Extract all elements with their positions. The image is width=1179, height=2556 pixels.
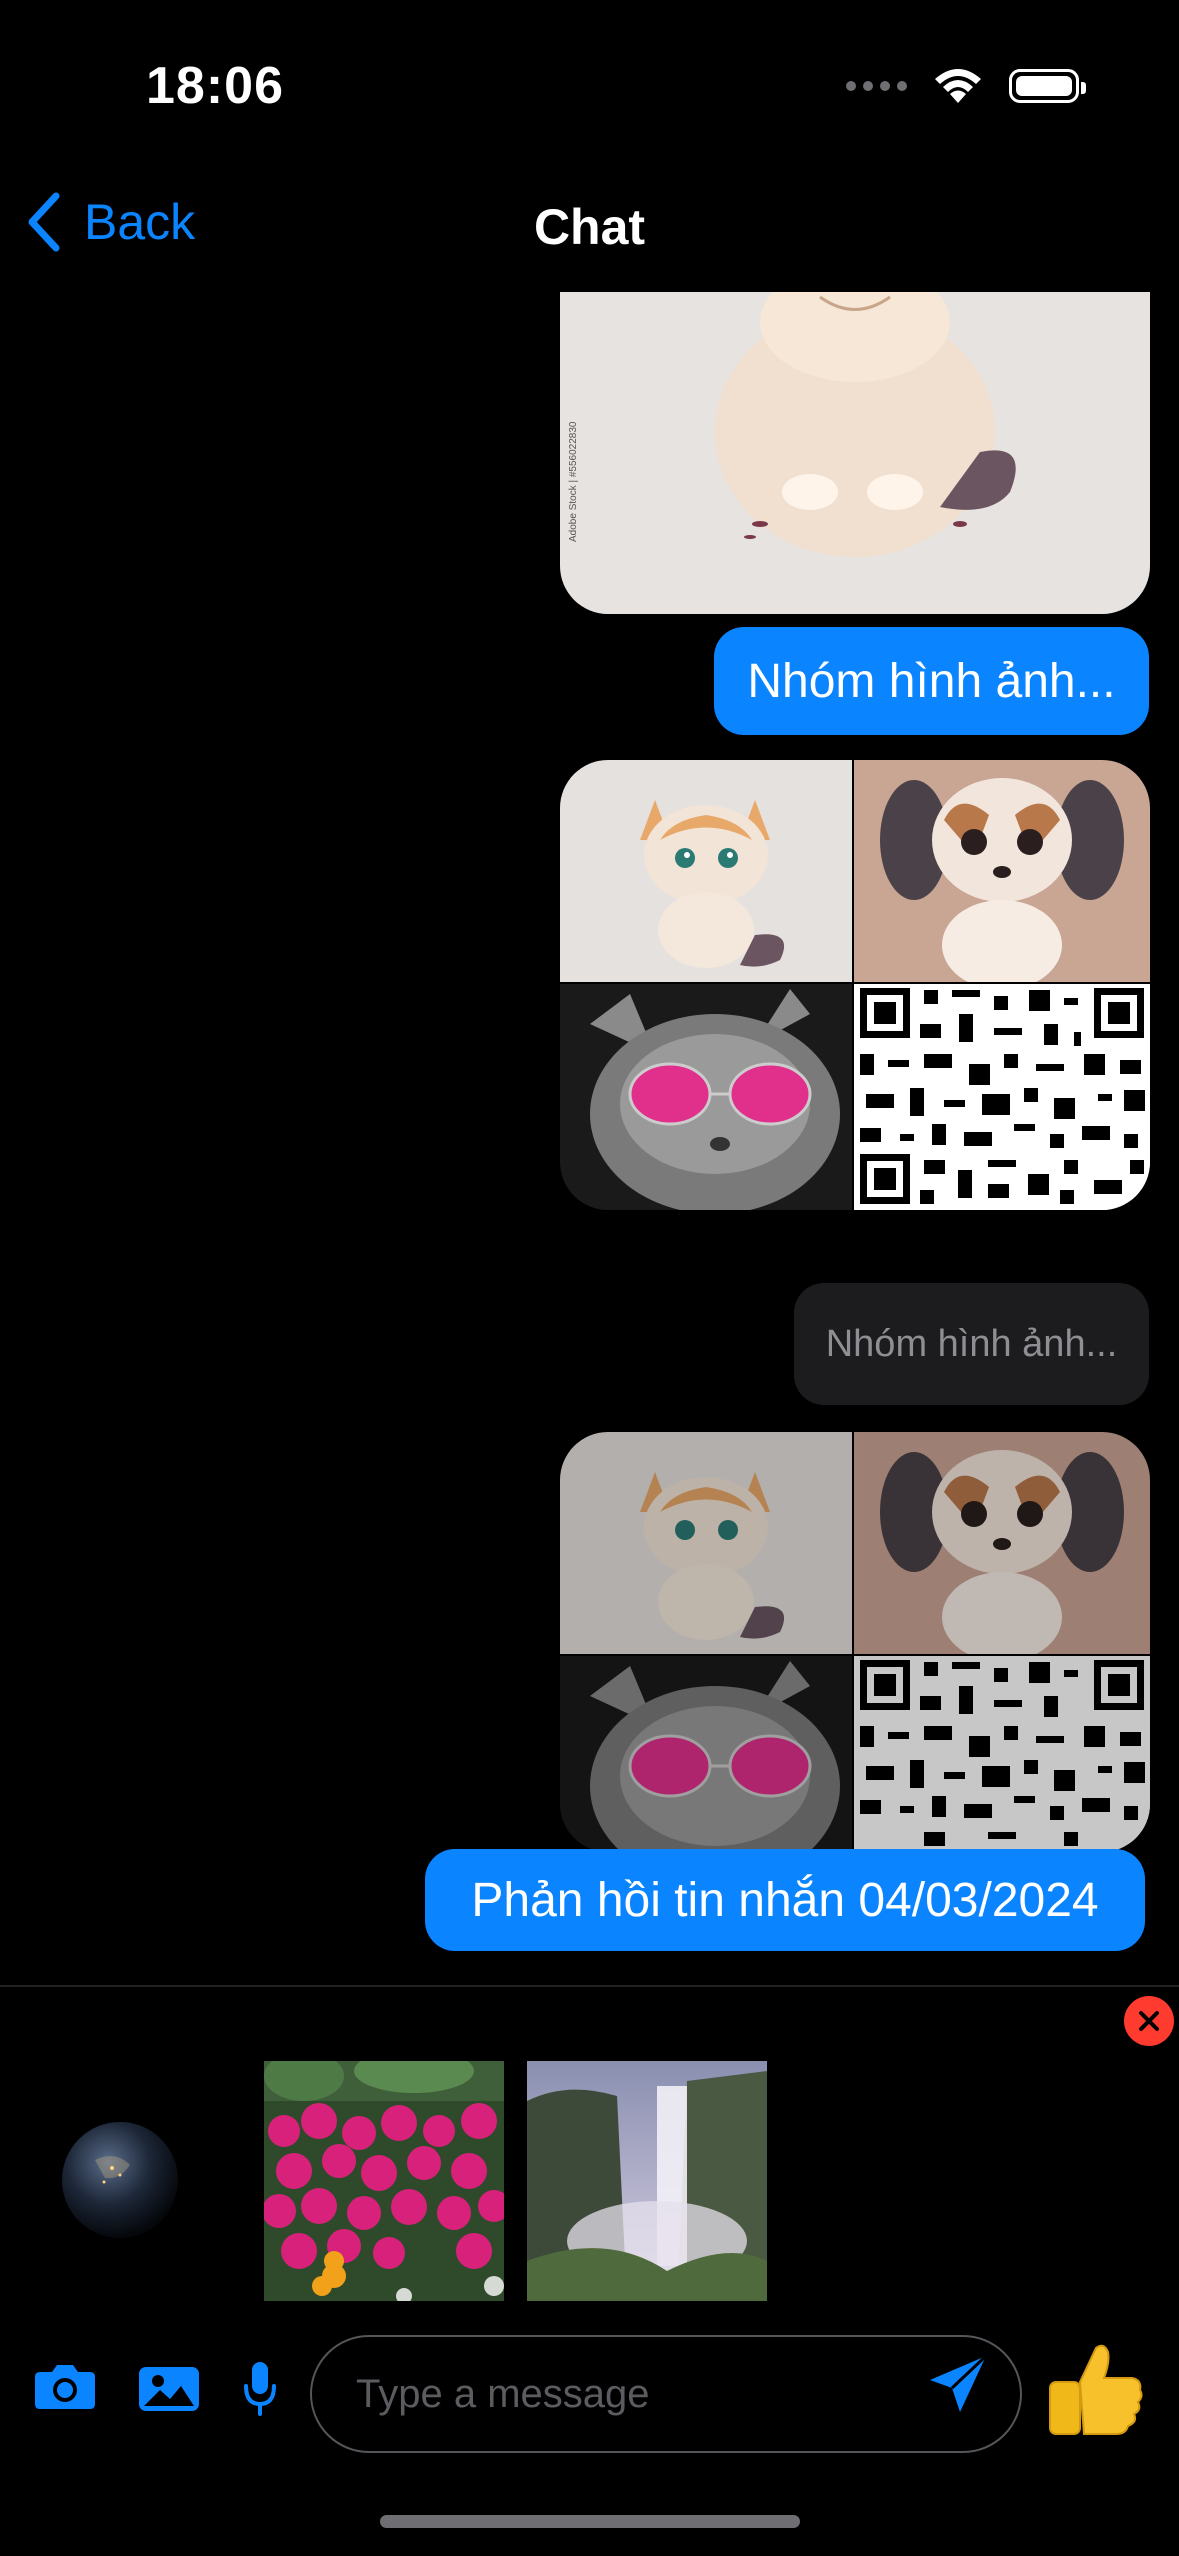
divider <box>0 1985 1179 1987</box>
puppy-image <box>854 760 1150 982</box>
attachment-waterfall[interactable] <box>527 2061 767 2301</box>
message-text: Nhóm hình ảnh... <box>747 654 1116 708</box>
attachment-flowers[interactable] <box>264 2061 504 2301</box>
cat-image <box>560 1432 852 1654</box>
qr-code-image <box>854 1656 1150 1852</box>
photo-library-button[interactable] <box>138 2366 200 2417</box>
wifi-icon <box>935 69 981 103</box>
text-message[interactable]: Phản hồi tin nhắn 04/03/2024 <box>425 1849 1145 1951</box>
camera-icon <box>35 2365 95 2409</box>
photo-icon <box>139 2367 199 2411</box>
home-indicator <box>380 2515 800 2528</box>
message-text: Nhóm hình ảnh... <box>825 1322 1118 1365</box>
signal-icon <box>846 81 907 91</box>
message-text: Phản hồi tin nhắn 04/03/2024 <box>471 1873 1099 1927</box>
send-button[interactable] <box>926 2350 992 2421</box>
page-title: Chat <box>533 199 646 255</box>
microphone-icon <box>244 2362 276 2416</box>
svg-text:Adobe Stock | #556022830: Adobe Stock | #556022830 <box>568 421 579 542</box>
cat-sunglasses-image <box>560 984 852 1210</box>
pending-text-message[interactable]: Nhóm hình ảnh... <box>794 1283 1149 1405</box>
waterfall-image <box>527 2061 767 2301</box>
cat-sunglasses-image <box>560 1656 852 1852</box>
thumbs-up-icon <box>1049 2344 1143 2435</box>
earth-image <box>62 2122 178 2238</box>
status-indicators <box>846 64 1086 108</box>
qr-code-image <box>854 984 1150 1210</box>
close-icon <box>1139 2011 1159 2031</box>
remove-attachments-button[interactable] <box>1124 1996 1174 2046</box>
cat-image <box>560 760 852 982</box>
camera-button[interactable] <box>34 2362 96 2415</box>
image-message[interactable]: Adobe Stock | #556022830 <box>560 292 1150 614</box>
cat-illustration: Adobe Stock | #556022830 <box>560 292 1150 614</box>
microphone-button[interactable] <box>242 2360 278 2423</box>
message-input[interactable] <box>310 2335 1022 2453</box>
send-icon <box>930 2354 988 2412</box>
puppy-image <box>854 1432 1150 1654</box>
image-grid-message[interactable] <box>560 1432 1150 1852</box>
like-button[interactable] <box>1044 2342 1144 2443</box>
status-time: 18:06 <box>146 57 284 115</box>
text-message[interactable]: Nhóm hình ảnh... <box>714 627 1149 735</box>
image-grid-message[interactable] <box>560 760 1150 1210</box>
battery-icon <box>1009 69 1086 103</box>
flowers-image <box>264 2061 504 2301</box>
attachment-earth[interactable] <box>60 2120 180 2240</box>
